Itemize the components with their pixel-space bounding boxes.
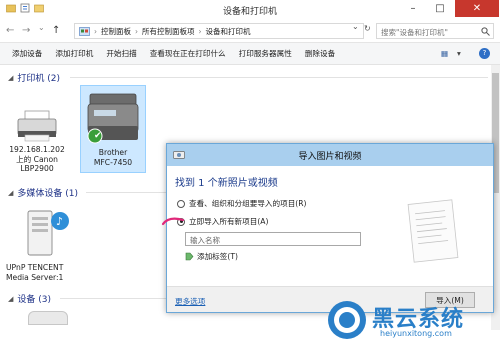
svg-text:♪: ♪	[56, 215, 63, 228]
section-devices[interactable]: ◢ 设备 (3)	[8, 292, 52, 306]
minimize-button[interactable]: –	[400, 0, 426, 17]
section-printers[interactable]: ◢ 打印机 (2)	[8, 71, 61, 85]
option-review-organize[interactable]: 查看、组织和分组要导入的项目(R)	[177, 198, 307, 209]
device-upnp-media-server[interactable]: ♪ UPnP TENCENT Media Server:1	[6, 205, 78, 287]
cloud-logo-icon	[328, 301, 366, 339]
close-button[interactable]: ✕	[455, 0, 499, 17]
device-label-line: 192.168.1.202	[9, 145, 65, 154]
watermark-url: heiyunxitong.com	[380, 329, 452, 338]
tag-icon	[185, 252, 194, 261]
option-import-all[interactable]: 立即导入所有新项目(A)	[177, 216, 268, 227]
name-input[interactable]: 输入名称	[185, 232, 361, 246]
breadcrumb-devices-printers[interactable]: 设备和打印机	[206, 26, 251, 37]
breadcrumb-separator: ›	[94, 26, 97, 36]
collapse-chevron-icon[interactable]: ◢	[8, 295, 13, 303]
add-device-button[interactable]: 添加设备	[12, 48, 42, 59]
search-placeholder: 搜索"设备和打印机"	[381, 28, 448, 37]
media-server-icon: ♪	[27, 210, 69, 256]
forward-button[interactable]: →	[22, 25, 30, 36]
remove-device-button[interactable]: 删除设备	[305, 48, 335, 59]
address-dropdown-button[interactable]: ⌄	[352, 22, 359, 31]
breadcrumb-all-items[interactable]: 所有控制面板项	[142, 26, 195, 37]
add-printer-button[interactable]: 添加打印机	[55, 48, 93, 59]
recent-locations-button[interactable]: ⌄	[38, 23, 45, 32]
control-panel-icon	[79, 26, 90, 36]
collapse-chevron-icon[interactable]: ◢	[8, 189, 13, 197]
address-bar: ← → ⌄ ↑ › 控制面板 › 所有控制面板项 › 设备和打印机 ⌄ ↻ 搜索…	[0, 19, 500, 43]
printer-icon	[17, 110, 57, 142]
search-input[interactable]: 搜索"设备和打印机"	[376, 23, 494, 39]
breadcrumb-separator: ›	[198, 26, 202, 36]
pointer-annotation-icon	[161, 217, 185, 226]
breadcrumb-control-panel[interactable]: 控制面板	[101, 26, 131, 37]
device-label-line: 上的 Canon	[16, 154, 58, 164]
found-items-heading: 找到 1 个新照片或视频	[175, 178, 278, 189]
default-printer-check-icon: ✔	[94, 131, 102, 141]
up-button[interactable]: ↑	[52, 25, 60, 36]
camera-icon	[173, 151, 185, 159]
radio-button[interactable]	[177, 199, 185, 208]
section-title: 多媒体设备 (1)	[17, 189, 79, 199]
command-bar: 添加设备 添加打印机 开始扫描 查看现在正在打印什么 打印服务器属性 删除设备 …	[0, 43, 500, 65]
device-label-line: Brother	[98, 148, 128, 157]
view-dropdown-icon[interactable]: ▾	[457, 49, 461, 58]
maximize-button[interactable]: □	[427, 0, 453, 17]
option-label: 查看、组织和分组要导入的项目(R)	[189, 199, 307, 208]
help-icon[interactable]: ?	[479, 48, 490, 59]
dialog-title-bar: 导入图片和视频	[167, 144, 493, 166]
option-label: 立即导入所有新项目(A)	[189, 217, 269, 226]
device-label-line: UPnP TENCENT	[6, 263, 64, 272]
breadcrumb[interactable]: › 控制面板 › 所有控制面板项 › 设备和打印机	[74, 23, 364, 39]
device-label-line: LBP2900	[20, 164, 54, 173]
add-tags-label: 添加标签(T)	[197, 252, 238, 261]
document-preview-icon	[407, 199, 459, 263]
add-tags-link[interactable]: 添加标签(T)	[185, 251, 238, 262]
section-title: 设备 (3)	[17, 295, 52, 305]
print-server-properties-button[interactable]: 打印服务器属性	[239, 48, 292, 59]
refresh-button[interactable]: ↻	[364, 24, 371, 33]
search-icon[interactable]	[481, 27, 490, 36]
section-title: 打印机 (2)	[17, 74, 61, 84]
section-divider	[86, 192, 166, 193]
device-partial-icon[interactable]	[28, 311, 68, 325]
breadcrumb-separator: ›	[135, 26, 138, 36]
site-watermark: 黑云系统 heiyunxitong.com	[326, 297, 496, 347]
start-scan-button[interactable]: 开始扫描	[106, 48, 136, 59]
section-divider	[70, 77, 488, 78]
view-options-icon[interactable]: ▦	[441, 49, 448, 58]
title-bar: 设备和打印机 – □ ✕	[0, 0, 500, 19]
name-input-placeholder: 输入名称	[190, 236, 220, 245]
device-label-line: MFC-7450	[93, 157, 133, 167]
collapse-chevron-icon[interactable]: ◢	[8, 74, 13, 82]
dialog-title: 导入图片和视频	[298, 151, 362, 162]
section-multimedia[interactable]: ◢ 多媒体设备 (1)	[8, 186, 79, 200]
multifunction-printer-icon	[87, 93, 139, 144]
device-brother-printer[interactable]: ✔ Brother MFC-7450	[80, 85, 146, 173]
device-label-line: Media Server:1	[6, 272, 64, 282]
section-divider	[60, 298, 166, 299]
device-canon-printer[interactable]: 192.168.1.202 上的 Canon LBP2900	[8, 109, 66, 177]
import-pictures-dialog: 导入图片和视频 找到 1 个新照片或视频 查看、组织和分组要导入的项目(R) 立…	[161, 143, 494, 313]
back-button[interactable]: ←	[6, 25, 14, 36]
see-whats-printing-button[interactable]: 查看现在正在打印什么	[150, 48, 226, 59]
more-options-link[interactable]: 更多选项	[175, 296, 205, 307]
